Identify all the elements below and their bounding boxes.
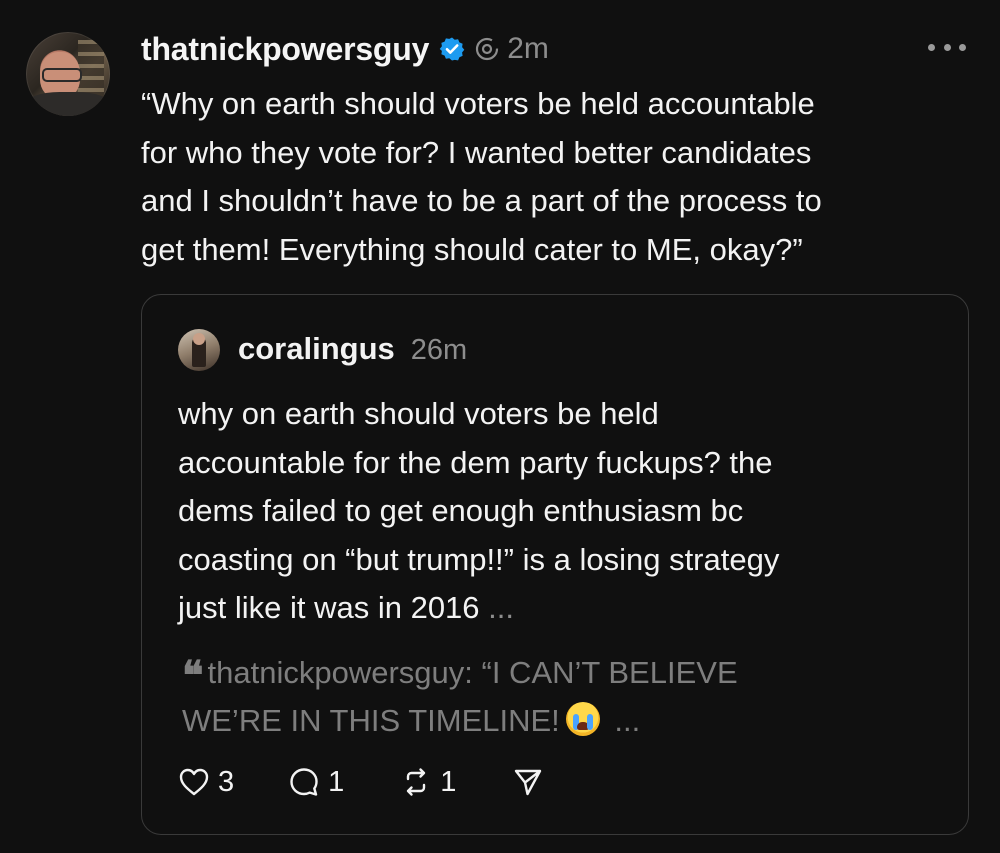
more-options-icon[interactable] <box>928 40 966 54</box>
nested-quote-ellipsis: ... <box>605 703 641 738</box>
quoted-post-card[interactable]: coralingus 26m why on earth should voter… <box>141 294 969 835</box>
quote-mark-icon: ❝ <box>182 652 204 699</box>
comment-icon <box>290 768 318 796</box>
like-button[interactable]: 3 <box>178 766 234 799</box>
quoted-author-username[interactable]: coralingus <box>238 331 395 367</box>
reply-count: 1 <box>328 765 345 798</box>
nested-quote[interactable]: ❝ thatnickpowersguy: “I CAN’T BELIEVE WE’… <box>182 649 942 745</box>
quoted-author-avatar[interactable] <box>178 329 220 371</box>
threads-icon <box>475 37 499 61</box>
repost-count: 1 <box>440 765 457 798</box>
send-icon <box>515 769 542 796</box>
post-text: “Why on earth should voters be held acco… <box>141 86 822 267</box>
share-button[interactable] <box>512 766 544 798</box>
repost-icon <box>407 768 426 796</box>
post-header: thatnickpowersguy 2m <box>141 26 549 72</box>
quoted-post-text-ellipsis[interactable]: ... <box>488 590 514 625</box>
loudly-crying-face-icon <box>565 702 600 736</box>
quoted-post-text-body: why on earth should voters be held accou… <box>178 396 780 625</box>
heart-icon <box>179 768 209 796</box>
post-time: 2m <box>507 32 549 65</box>
author-username[interactable]: thatnickpowersguy <box>141 31 429 68</box>
like-count: 3 <box>218 765 235 798</box>
quoted-post-header: coralingus 26m <box>238 331 467 367</box>
repost-button[interactable]: 1 <box>400 766 456 799</box>
verified-badge-icon <box>439 36 465 62</box>
reply-button[interactable]: 1 <box>288 766 344 799</box>
action-bar: 3 1 1 <box>178 762 544 802</box>
thread-post: thatnickpowersguy 2m “Why on earth shoul… <box>0 0 1000 853</box>
nested-quote-text: thatnickpowersguy: “I CAN’T BELIEVE WE’R… <box>182 655 738 738</box>
author-avatar[interactable] <box>26 32 110 116</box>
quoted-post-text: why on earth should voters be held accou… <box>178 390 938 633</box>
quoted-post-time: 26m <box>410 334 468 366</box>
